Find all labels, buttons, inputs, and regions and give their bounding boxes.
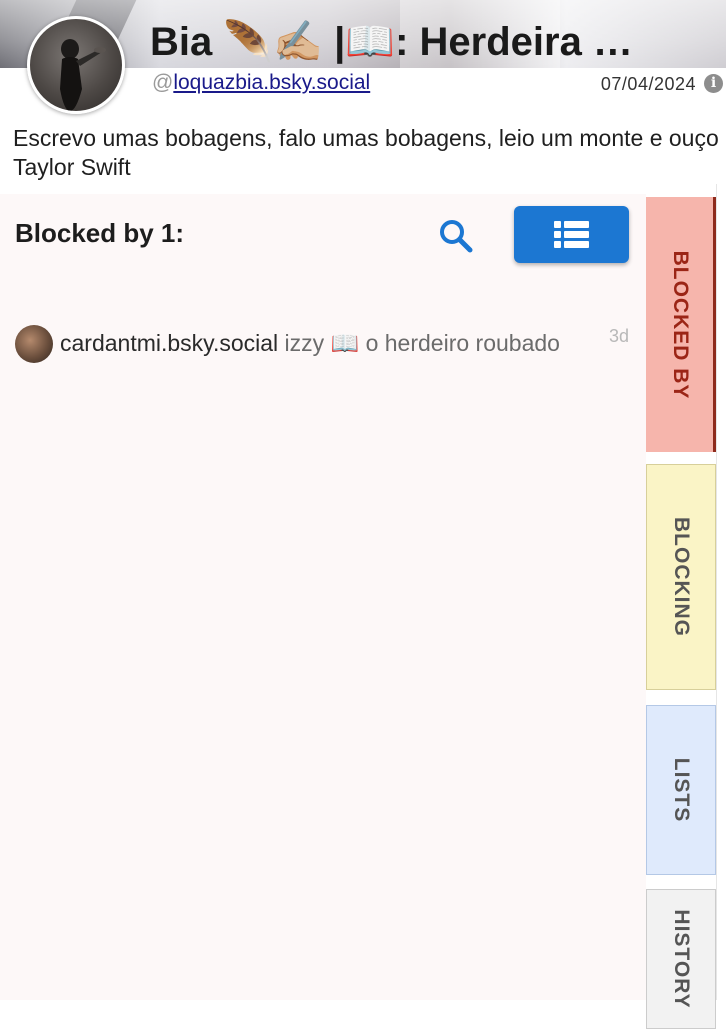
search-button[interactable] [436, 216, 476, 256]
profile-handle-row: @loquazbia.bsky.social [152, 70, 370, 96]
profile-bio: Escrevo umas bobagens, falo umas bobagen… [13, 125, 719, 180]
tab-blocking-label: BLOCKING [670, 517, 693, 637]
tab-blocked-by[interactable]: BLOCKED BY [646, 197, 716, 452]
tab-blocking[interactable]: BLOCKING [646, 464, 716, 690]
profile-handle-link[interactable]: loquazbia.bsky.social [173, 71, 370, 94]
entry-text: cardantmi.bsky.social izzy 📖 o herdeiro … [15, 324, 575, 362]
blocked-by-panel: Blocked by 1: cardantmi.bsky.social izzy… [0, 194, 646, 1000]
entry-description: izzy 📖 o herdeiro roubado [284, 330, 560, 356]
entry-handle[interactable]: cardantmi.bsky.social [60, 330, 278, 356]
entry-time: 3d [608, 326, 629, 346]
list-view-icon [554, 221, 589, 248]
panel-title: Blocked by 1: [15, 218, 185, 248]
list-view-button[interactable] [514, 206, 629, 263]
tab-lists-label: LISTS [670, 757, 693, 823]
tab-history-label: HISTORY [670, 909, 693, 1009]
avatar-photo [60, 39, 106, 111]
handle-at-sign: @ [152, 71, 174, 94]
profile-joined-date: 07/04/2024 [600, 74, 696, 94]
tab-history[interactable]: HISTORY [646, 889, 716, 1029]
tab-blocked-by-label: BLOCKED BY [668, 250, 692, 399]
profile-display-name: Bia 🪶✍🏼 |📖: Herdeira … [150, 20, 633, 64]
scrollbar-track[interactable] [716, 184, 726, 1000]
profile-avatar[interactable] [27, 16, 125, 114]
info-icon[interactable]: i [704, 74, 723, 93]
tab-lists[interactable]: LISTS [646, 705, 716, 875]
search-icon [440, 220, 473, 253]
